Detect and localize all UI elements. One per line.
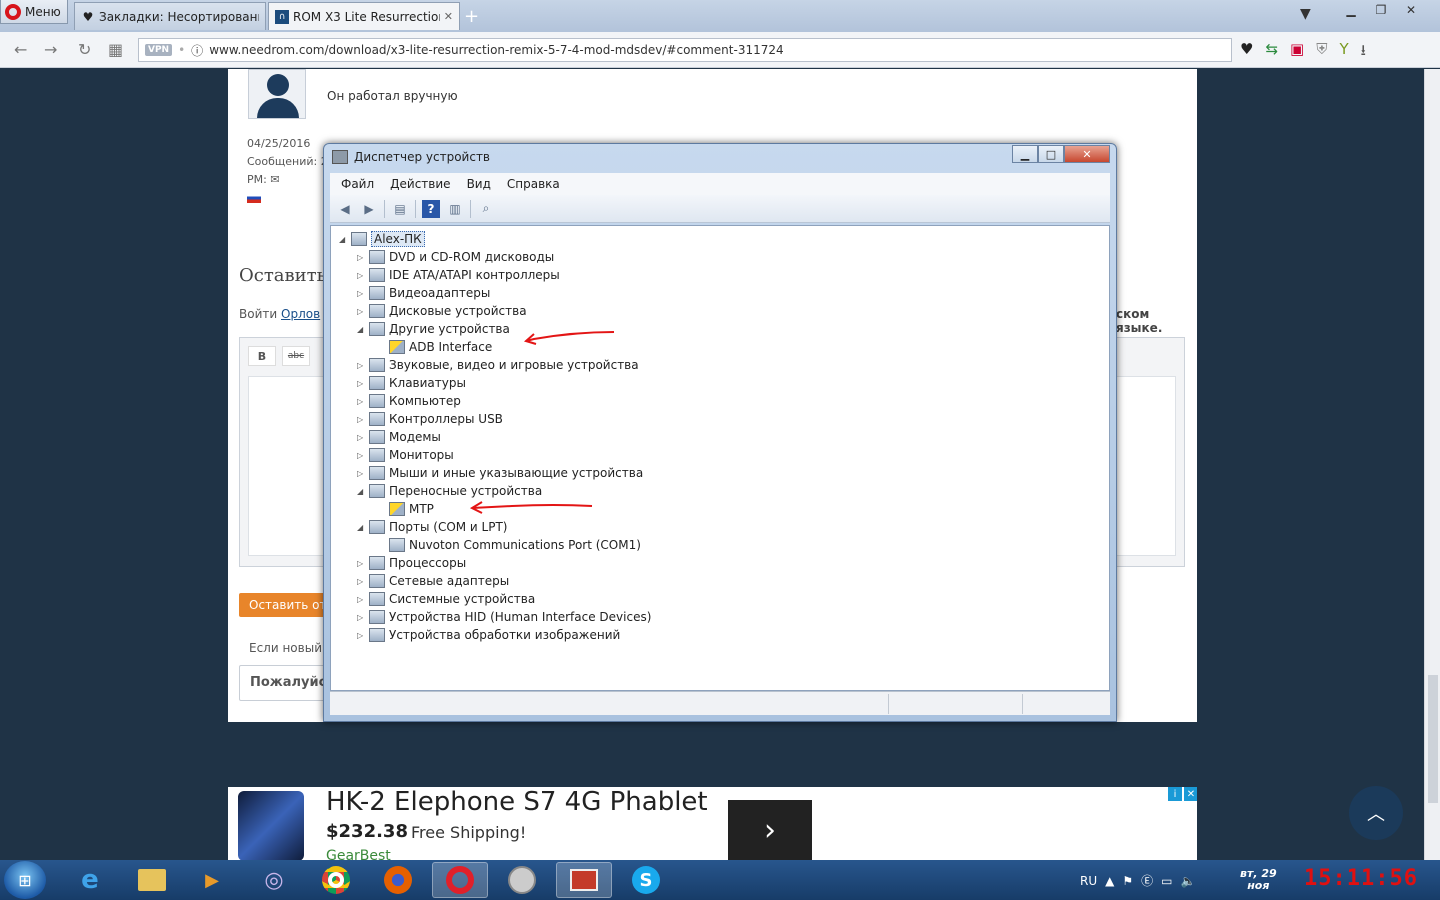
address-bar-row: ← → ↻ ▦ VPN • ⓘ www.needrom.com/download… bbox=[0, 32, 1440, 68]
guest-note: Если новый к bbox=[249, 641, 334, 655]
language-indicator[interactable]: RU bbox=[1080, 874, 1097, 888]
user-pm-label: PM: bbox=[247, 173, 267, 186]
tab-rom[interactable]: ∩ ROM X3 Lite Resurrection ✕ bbox=[268, 2, 460, 30]
clock-date[interactable]: вт, 29 ноя bbox=[1240, 868, 1277, 892]
login-line: Войти Орлов В bbox=[239, 307, 332, 321]
leave-comment-title: Оставить bbox=[239, 265, 327, 286]
media-player-icon[interactable]: ▶ bbox=[184, 862, 240, 898]
system-tray: RU ▲ ⚑ Ⓔ ▭ 🔈 bbox=[1080, 872, 1195, 889]
network-icon[interactable]: ▭ bbox=[1161, 874, 1172, 888]
chevron-up-icon: ︿ bbox=[1367, 804, 1385, 825]
speed-dial-grid-icon[interactable]: ▦ bbox=[108, 40, 123, 59]
avatar[interactable] bbox=[248, 69, 306, 119]
chevron-right-icon: › bbox=[764, 812, 776, 848]
app-swirl-icon[interactable]: ◎ bbox=[246, 862, 302, 898]
ad-info-icon[interactable]: i bbox=[1168, 787, 1182, 801]
windows-taskbar: ⊞ e ▶ ◎ S RU ▲ ⚑ Ⓔ ▭ 🔈 вт, 29 ноя 15:11:… bbox=[0, 860, 1440, 900]
russia-flag-icon bbox=[247, 193, 261, 203]
firefox-icon[interactable] bbox=[370, 862, 426, 898]
menu-label: Меню bbox=[25, 4, 61, 19]
heart-icon: ♥ bbox=[82, 9, 94, 24]
user-date: 04/25/2016 bbox=[247, 137, 311, 150]
tray-arrow-icon[interactable]: ▲ bbox=[1105, 874, 1114, 888]
comment-text: Он работал вручную bbox=[327, 89, 458, 103]
bookmark-heart-icon[interactable]: ♥ bbox=[1240, 40, 1253, 65]
separator-dot: • bbox=[178, 43, 186, 57]
back-arrow-icon[interactable]: ← bbox=[14, 40, 27, 59]
reload-icon[interactable]: ↻ bbox=[78, 40, 91, 59]
login-user-link[interactable]: Орлов bbox=[281, 307, 320, 321]
user-posts: Сообщений: 2 bbox=[247, 155, 328, 168]
needrom-favicon-icon: ∩ bbox=[275, 9, 289, 24]
new-tab-plus-icon[interactable]: + bbox=[464, 6, 479, 27]
ad-brand[interactable]: GearBest bbox=[326, 848, 391, 860]
clock-month: ноя bbox=[1247, 879, 1270, 892]
device-manager-taskbar-icon[interactable] bbox=[556, 862, 612, 898]
opera-menu-button[interactable]: Меню bbox=[0, 0, 68, 24]
file-explorer-icon[interactable] bbox=[124, 862, 180, 898]
vpn-badge[interactable]: VPN bbox=[145, 44, 173, 56]
submit-comment-button[interactable]: Оставить от bbox=[239, 593, 337, 617]
clock-app-icon[interactable] bbox=[494, 862, 550, 898]
ad-price: $232.38 bbox=[326, 821, 408, 842]
shield-icon[interactable]: ⛨ bbox=[1316, 40, 1327, 65]
status-divider bbox=[1022, 694, 1023, 714]
download-icon[interactable]: ⭳ bbox=[1361, 40, 1366, 65]
forward-arrow-icon[interactable]: → bbox=[44, 40, 57, 59]
page-scrollbar[interactable] bbox=[1424, 69, 1440, 860]
extension-icons: ♥ ⇆ ▣ ⛨ Y ⭳ bbox=[1240, 40, 1366, 65]
tab-menu-chevron-icon[interactable]: ▼ bbox=[1300, 6, 1311, 22]
bold-button[interactable]: B bbox=[248, 346, 276, 366]
maximize-icon[interactable]: ❐ bbox=[1366, 0, 1396, 20]
ad-shipping: Free Shipping! bbox=[411, 823, 527, 842]
ad-title[interactable]: HK-2 Elephone S7 4G Phablet bbox=[326, 787, 708, 817]
chrome-icon[interactable] bbox=[308, 862, 364, 898]
tab-bookmarks[interactable]: ♥ Закладки: Несортированн bbox=[74, 2, 266, 30]
scroll-to-top-button[interactable]: ︿ bbox=[1349, 786, 1403, 840]
annotation-arrow-mtp bbox=[469, 501, 593, 514]
close-window-icon[interactable]: ✕ bbox=[1396, 0, 1426, 20]
tab-label: Закладки: Несортированн bbox=[99, 9, 259, 24]
strikethrough-button[interactable]: abc bbox=[282, 346, 310, 366]
tray-app-icon[interactable]: Ⓔ bbox=[1141, 872, 1153, 889]
site-info-icon[interactable]: ⓘ bbox=[191, 42, 203, 59]
windows-start-icon[interactable]: ⊞ bbox=[4, 861, 46, 899]
volume-icon[interactable]: 🔈 bbox=[1180, 874, 1195, 888]
opera-icon bbox=[5, 3, 21, 20]
scrollbar-thumb[interactable] bbox=[1428, 675, 1438, 803]
close-icon[interactable]: ✕ bbox=[444, 10, 453, 23]
ad-banner[interactable]: HK-2 Elephone S7 4G Phablet $232.38 Free… bbox=[228, 787, 1197, 860]
minimize-icon[interactable]: ▁ bbox=[1336, 0, 1366, 20]
clock-time[interactable]: 15:11:56 bbox=[1304, 866, 1418, 891]
login-prefix: Войти bbox=[239, 307, 278, 321]
browser-tab-bar: Меню ♥ Закладки: Несортированн ∩ ROM X3 … bbox=[0, 0, 1440, 32]
red-annotation-arrows bbox=[469, 331, 615, 514]
opera-icon[interactable] bbox=[432, 862, 488, 898]
yandex-extension-icon[interactable]: Y bbox=[1339, 40, 1348, 65]
action-center-flag-icon[interactable]: ⚑ bbox=[1122, 874, 1133, 888]
mail-icon[interactable]: ✉ bbox=[270, 173, 279, 186]
language-note: ском языке. bbox=[1116, 307, 1163, 335]
status-bar bbox=[330, 691, 1110, 715]
tab-label: ROM X3 Lite Resurrection bbox=[293, 9, 440, 24]
ad-arrow-button[interactable]: › bbox=[728, 800, 812, 860]
skype-icon[interactable]: S bbox=[618, 862, 674, 898]
ie-icon[interactable]: e bbox=[62, 862, 118, 898]
url-text: www.needrom.com/download/x3-lite-resurre… bbox=[209, 43, 784, 57]
user-meta: 04/25/2016 Сообщений: 2 PM: ✉ bbox=[247, 135, 328, 203]
image-extension-icon[interactable]: ▣ bbox=[1290, 40, 1304, 65]
translate-extension-icon[interactable]: ⇆ bbox=[1265, 40, 1278, 65]
phone-image[interactable] bbox=[238, 791, 304, 860]
device-manager-window: Диспетчер устройств ▁ □ ✕ Файл Действие … bbox=[323, 143, 1117, 722]
editor-toolbar: B abc bbox=[248, 346, 310, 366]
window-controls: ▁ ❐ ✕ bbox=[1336, 0, 1426, 20]
status-divider bbox=[888, 694, 889, 714]
ad-choices[interactable]: i ✕ bbox=[1168, 787, 1197, 801]
url-input[interactable]: VPN • ⓘ www.needrom.com/download/x3-lite… bbox=[138, 38, 1232, 62]
ad-close-icon[interactable]: ✕ bbox=[1184, 787, 1197, 801]
annotation-arrow-adb bbox=[523, 331, 615, 345]
